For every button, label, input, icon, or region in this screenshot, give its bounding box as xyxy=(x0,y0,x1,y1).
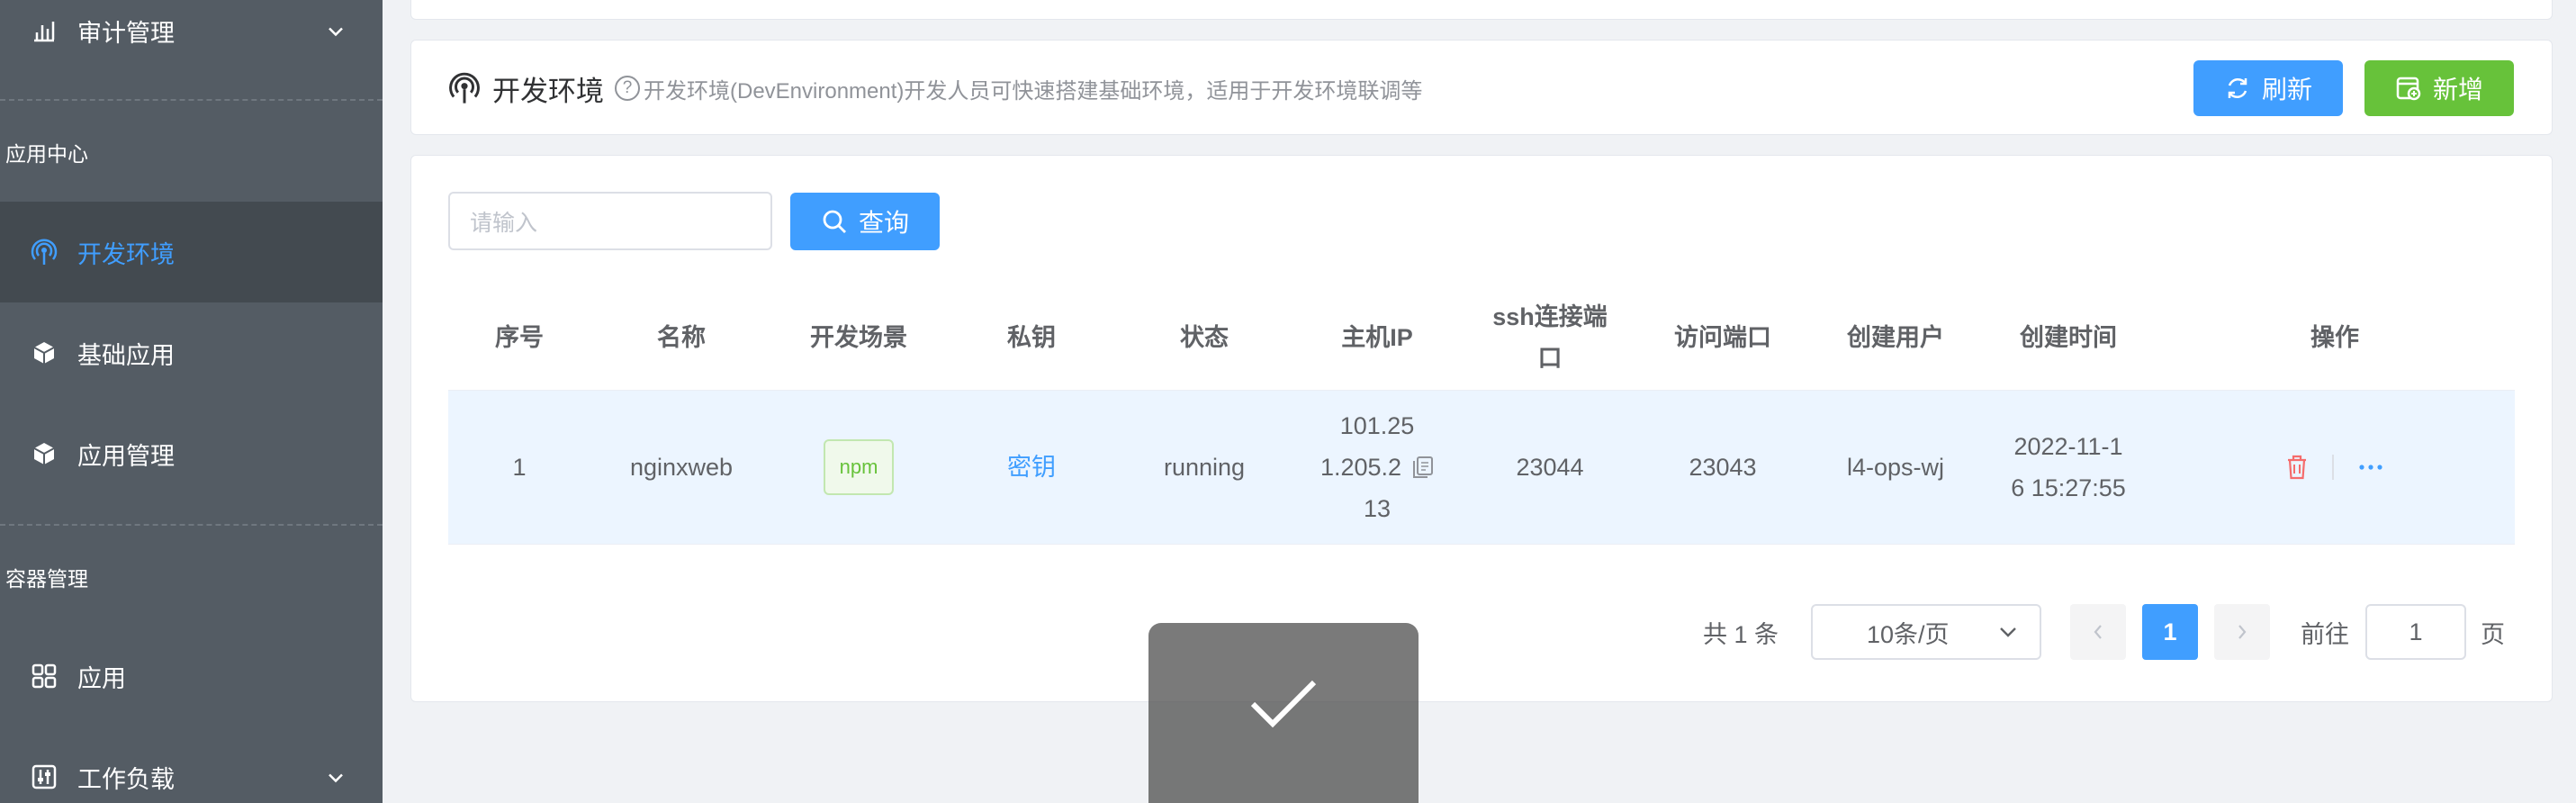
copy-icon[interactable] xyxy=(1412,456,1434,479)
header-card: 开发环境 ? 开发环境(DevEnvironment)开发人员可快速搭建基础环境… xyxy=(410,40,2553,135)
chevron-down-icon xyxy=(327,17,345,45)
sidebar-divider xyxy=(0,524,383,526)
sidebar-item-workload[interactable]: 工作负载 xyxy=(0,726,383,803)
sidebar-group-container: 容器管理 xyxy=(5,567,88,591)
column-header-status: 状态 xyxy=(1180,324,1229,351)
cell-name: nginxweb xyxy=(629,454,734,481)
chevron-right-icon xyxy=(2236,623,2248,641)
sidebar-item-label: 开发环境 xyxy=(77,240,175,268)
grid-icon xyxy=(29,661,59,691)
sidebar-item-app[interactable]: 应用 xyxy=(0,626,383,726)
page-description: ? 开发环境(DevEnvironment)开发人员可快速搭建基础环境，适用于开… xyxy=(615,73,1422,104)
cell-host-ip: 101.25 1.205.2 13 xyxy=(1291,390,1464,545)
prev-page-button[interactable] xyxy=(2070,604,2126,660)
chevron-down-icon xyxy=(327,763,345,791)
cube-icon xyxy=(29,438,59,469)
column-header-host-ip: 主机IP xyxy=(1341,324,1413,351)
host-ip-line3: 13 xyxy=(1363,495,1392,522)
sidebar-item-audit[interactable]: 审计管理 xyxy=(0,0,383,81)
sidebar-item-dev-env[interactable]: 开发环境 xyxy=(0,202,383,302)
goto-label: 前往 xyxy=(2301,620,2349,648)
cell-created-at: 2022-11-1 6 15:27:55 xyxy=(1982,390,2155,545)
help-icon: ? xyxy=(615,76,640,101)
column-header-key: 私钥 xyxy=(1007,324,1056,351)
column-header-created-at: 创建时间 xyxy=(2020,324,2117,351)
goto-page-input[interactable]: 1 xyxy=(2365,604,2466,660)
bar-chart-icon xyxy=(29,15,59,46)
sidebar: 审计管理 应用中心 开发环境 基础应用 应用管理 容器管理 应用 工作负载 xyxy=(0,0,383,803)
cell-ssh-port: 23044 xyxy=(1516,454,1584,481)
refresh-label: 刷新 xyxy=(2261,76,2312,104)
action-divider xyxy=(2332,455,2334,480)
cell-status: running xyxy=(1163,454,1246,481)
cube-icon xyxy=(29,338,59,368)
created-line2: 6 15:27:55 xyxy=(2011,474,2126,501)
page-suffix: 页 xyxy=(2481,620,2505,648)
broadcast-icon xyxy=(447,71,482,105)
add-label: 新增 xyxy=(2432,76,2483,104)
column-header-scene: 开发场景 xyxy=(810,324,907,351)
key-link[interactable]: 密钥 xyxy=(1007,447,1056,488)
sidebar-item-base-app[interactable]: 基础应用 xyxy=(0,302,383,403)
refresh-icon xyxy=(2224,75,2251,102)
sliders-icon xyxy=(29,762,59,792)
cell-actions xyxy=(2155,390,2515,545)
cell-scene: npm xyxy=(772,390,945,545)
chevron-left-icon xyxy=(2092,623,2104,641)
cell-access-port: 23043 xyxy=(1689,454,1757,481)
next-page-button[interactable] xyxy=(2214,604,2270,660)
scene-tag: npm xyxy=(823,439,895,495)
host-ip-line2: 1.205.2 xyxy=(1320,454,1402,481)
column-header-actions: 操作 xyxy=(2310,324,2359,351)
sidebar-item-label: 工作负载 xyxy=(77,765,175,793)
search-icon xyxy=(821,208,848,235)
column-header-name: 名称 xyxy=(657,324,706,351)
sidebar-divider xyxy=(0,99,383,101)
check-icon xyxy=(1247,677,1320,731)
search-input[interactable]: 请输入 xyxy=(448,192,772,250)
page-size-value: 10条/页 xyxy=(1867,620,1950,648)
sidebar-item-label: 应用 xyxy=(77,664,126,692)
column-header-ssh-line1: ssh连接端 xyxy=(1492,303,1608,330)
page-size-select[interactable]: 10条/页 xyxy=(1811,604,2041,660)
column-header-access-port: 访问端口 xyxy=(1674,324,1771,351)
column-header-creator: 创建用户 xyxy=(1847,324,1944,351)
cell-key: 密钥 xyxy=(945,390,1118,545)
more-icon[interactable] xyxy=(2357,464,2384,471)
column-header-ssh-line2: 口 xyxy=(1537,345,1563,372)
sidebar-group-app-center: 应用中心 xyxy=(5,142,88,166)
host-ip-line1: 101.25 xyxy=(1339,412,1415,439)
sidebar-item-app-manage[interactable]: 应用管理 xyxy=(0,403,383,504)
chevron-down-icon xyxy=(1998,626,2018,638)
sidebar-item-label: 应用管理 xyxy=(77,442,175,470)
top-card xyxy=(410,0,2553,20)
page-title: 开发环境 xyxy=(492,75,604,107)
query-label: 查询 xyxy=(858,209,909,237)
add-button[interactable]: 新增 xyxy=(2364,60,2514,116)
add-doc-icon xyxy=(2395,75,2422,102)
query-button[interactable]: 查询 xyxy=(790,193,940,250)
refresh-button[interactable]: 刷新 xyxy=(2193,60,2343,116)
column-header-ssh-port: ssh连接端 口 xyxy=(1464,293,1636,383)
sidebar-item-label: 审计管理 xyxy=(77,19,175,47)
pagination-total: 共 1 条 xyxy=(1703,620,1779,648)
cell-creator: l4-ops-wj xyxy=(1846,454,1945,481)
page-number-button[interactable]: 1 xyxy=(2142,604,2198,660)
created-line1: 2022-11-1 xyxy=(2013,433,2123,460)
broadcast-icon xyxy=(29,237,59,267)
success-toast xyxy=(1148,623,1419,803)
description-text: 开发环境(DevEnvironment)开发人员可快速搭建基础环境，适用于开发环… xyxy=(644,78,1423,104)
cell-index: 1 xyxy=(512,454,527,481)
delete-icon[interactable] xyxy=(2285,454,2309,481)
sidebar-item-label: 基础应用 xyxy=(77,341,175,369)
search-placeholder: 请输入 xyxy=(470,210,538,236)
column-header-index: 序号 xyxy=(495,324,544,351)
